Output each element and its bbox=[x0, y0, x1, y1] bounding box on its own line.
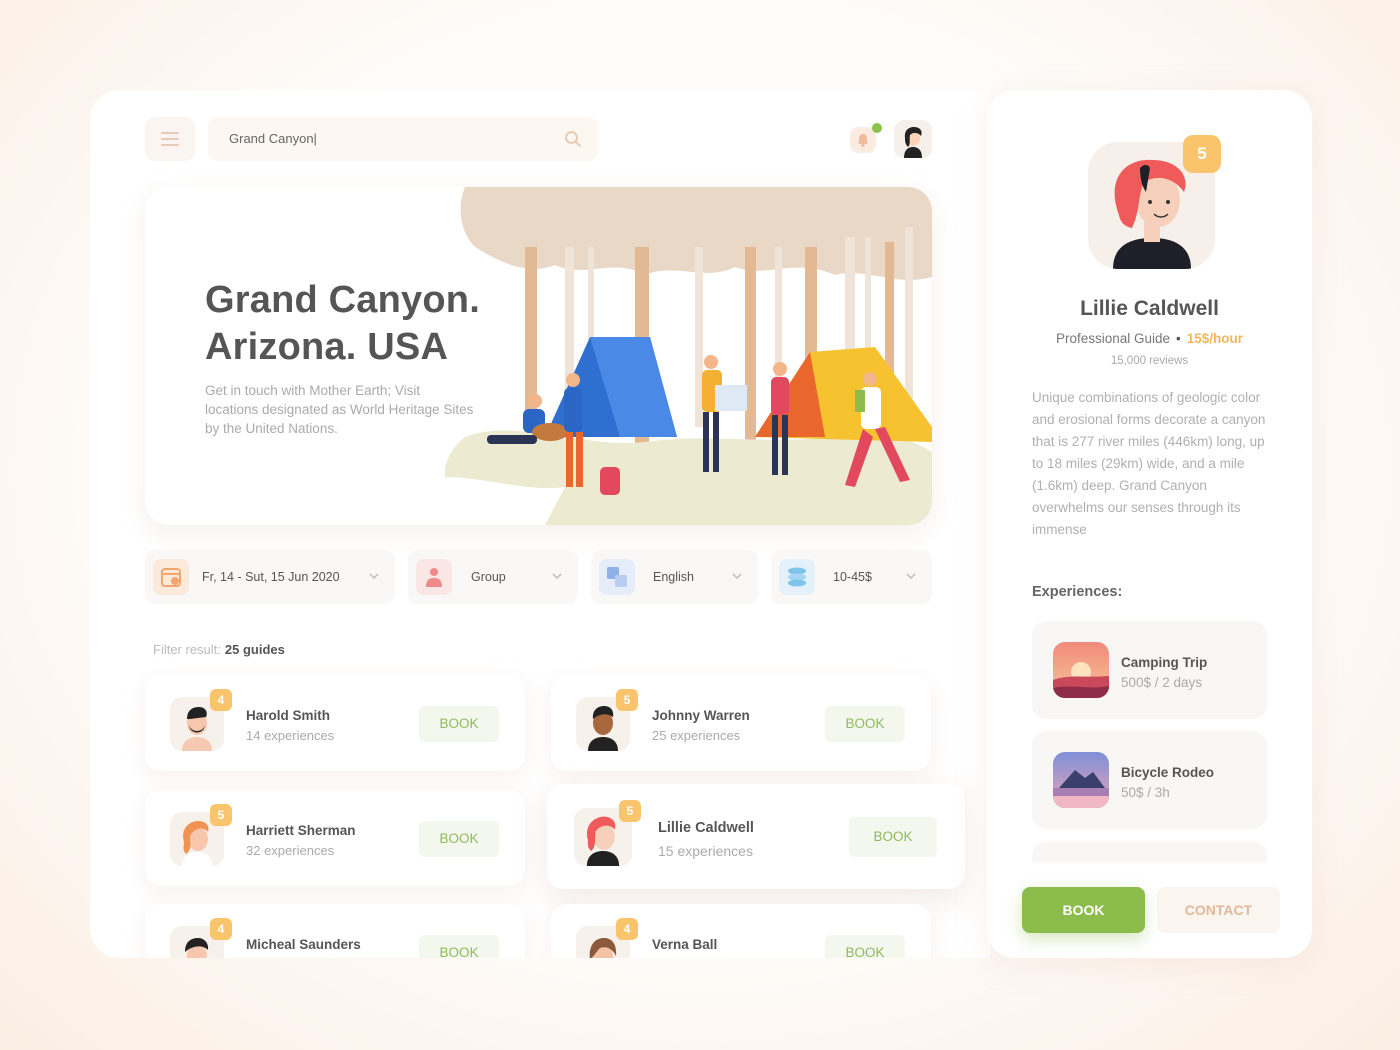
book-button[interactable]: BOOK bbox=[419, 821, 499, 857]
calendar-icon bbox=[153, 559, 189, 595]
experience-title: Bicycle Rodeo bbox=[1121, 765, 1215, 780]
date-filter-label: Fr, 14 - Sut, 15 Jun 2020 bbox=[202, 570, 340, 584]
price-filter[interactable]: 10-45$ bbox=[771, 550, 932, 604]
guide-name: Johnny Warren bbox=[652, 708, 750, 723]
book-guide-button[interactable]: BOOK bbox=[1022, 887, 1145, 933]
experience-thumbnail bbox=[1053, 642, 1109, 698]
guide-experiences: 32 experiences bbox=[246, 843, 335, 858]
experience-detail: 50$ / 3h bbox=[1121, 785, 1170, 800]
guide-card[interactable]: 5 Johnny Warren 25 experiences BOOK bbox=[551, 675, 931, 771]
contact-guide-button[interactable]: CONTACT bbox=[1157, 887, 1280, 933]
experiences-heading: Experiences: bbox=[1032, 584, 1123, 600]
menu-button[interactable] bbox=[145, 117, 195, 161]
book-button[interactable]: BOOK bbox=[419, 935, 499, 958]
hero-description: Get in touch with Mother Earth; Visit lo… bbox=[205, 383, 474, 436]
guide-card[interactable]: 5 Harriett Sherman 32 experiences BOOK bbox=[145, 790, 525, 886]
chevron-down-icon bbox=[369, 573, 379, 580]
separator-dot: • bbox=[1176, 331, 1181, 346]
chevron-down-icon bbox=[732, 573, 742, 580]
rating-badge: 5 bbox=[210, 804, 232, 826]
guide-name: Harold Smith bbox=[246, 708, 331, 723]
hero-title-line-1: Grand Canyon. bbox=[205, 279, 480, 321]
book-button[interactable]: BOOK bbox=[849, 817, 937, 857]
book-button[interactable]: BOOK bbox=[825, 706, 905, 742]
group-filter-label: Group bbox=[471, 570, 506, 584]
guide-card[interactable]: 4 Micheal Saunders BOOK bbox=[145, 904, 525, 958]
profile-description: Unique combinations of geologic color an… bbox=[1032, 390, 1266, 537]
experience-item-partial[interactable] bbox=[1032, 842, 1267, 862]
search-icon[interactable] bbox=[564, 130, 582, 148]
language-filter-label: English bbox=[653, 570, 694, 584]
guide-card[interactable]: 4 Harold Smith 14 experiences BOOK bbox=[145, 675, 525, 771]
hero-title: Grand Canyon. Arizona. USA bbox=[205, 277, 480, 371]
search-input[interactable]: Grand Canyon| bbox=[208, 117, 598, 161]
price-filter-label: 10-45$ bbox=[833, 570, 872, 584]
camping-illustration bbox=[445, 187, 932, 525]
hero-title-line-2: Arizona. USA bbox=[205, 326, 449, 368]
rating-badge: 4 bbox=[210, 689, 232, 711]
filter-result: Filter result: 25 guides bbox=[153, 642, 285, 657]
guide-name: Verna Ball bbox=[652, 937, 718, 952]
chevron-down-icon bbox=[906, 573, 916, 580]
book-button[interactable]: BOOK bbox=[419, 706, 499, 742]
experience-item[interactable]: Bicycle Rodeo 50$ / 3h bbox=[1032, 731, 1267, 829]
rating-badge: 4 bbox=[616, 918, 638, 940]
experience-detail: 500$ / 2 days bbox=[1121, 675, 1203, 690]
profile-rate: 15$/hour bbox=[1186, 331, 1244, 346]
filter-result-label: Filter result: bbox=[153, 642, 221, 657]
guide-name: Micheal Saunders bbox=[246, 937, 361, 952]
book-button[interactable]: BOOK bbox=[825, 935, 905, 958]
guide-detail-panel: 5 Lillie Caldwell Professional Guide • 15$… bbox=[987, 90, 1312, 958]
profile-role-line: Professional Guide • 15$/hour bbox=[987, 331, 1312, 346]
experience-title: Camping Trip bbox=[1121, 655, 1208, 670]
search-input-value: Grand Canyon| bbox=[229, 131, 317, 146]
rating-badge: 5 bbox=[619, 800, 641, 822]
experience-item[interactable]: Camping Trip 500$ / 2 days bbox=[1032, 621, 1267, 719]
rating-badge: 5 bbox=[616, 689, 638, 711]
translate-icon bbox=[599, 559, 635, 595]
main-panel: Grand Canyon| Grand Canyon. Arizona. USA… bbox=[90, 90, 990, 958]
group-filter[interactable]: Group bbox=[408, 550, 578, 604]
chevron-down-icon bbox=[552, 573, 562, 580]
guide-experiences: 15 experiences bbox=[658, 843, 753, 859]
coins-icon bbox=[779, 559, 815, 595]
profile-name: Lillie Caldwell bbox=[1080, 297, 1219, 320]
hero-card: Grand Canyon. Arizona. USA Get in touch … bbox=[145, 187, 932, 525]
guide-name: Harriett Sherman bbox=[246, 823, 356, 838]
notification-dot bbox=[872, 123, 882, 133]
guide-card[interactable]: 4 Verna Ball BOOK bbox=[551, 904, 931, 958]
guide-card-selected[interactable]: 5 Lillie Caldwell 15 experiences BOOK bbox=[547, 784, 965, 889]
language-filter[interactable]: English bbox=[591, 550, 758, 604]
user-avatar[interactable] bbox=[894, 120, 932, 158]
profile-role: Professional Guide bbox=[1055, 331, 1171, 346]
experience-thumbnail bbox=[1053, 752, 1109, 808]
profile-reviews: 15,000 reviews bbox=[1110, 355, 1189, 367]
rating-badge: 4 bbox=[210, 918, 232, 940]
guide-name: Lillie Caldwell bbox=[658, 820, 754, 836]
guide-experiences: 14 experiences bbox=[246, 728, 335, 743]
date-filter[interactable]: Fr, 14 - Sut, 15 Jun 2020 bbox=[145, 550, 395, 604]
notification-bell-icon[interactable] bbox=[850, 123, 882, 153]
profile-rating-badge: 5 bbox=[1183, 135, 1221, 173]
guide-experiences: 25 experiences bbox=[652, 728, 741, 743]
filter-result-count: 25 guides bbox=[224, 642, 285, 657]
group-icon bbox=[416, 559, 452, 595]
